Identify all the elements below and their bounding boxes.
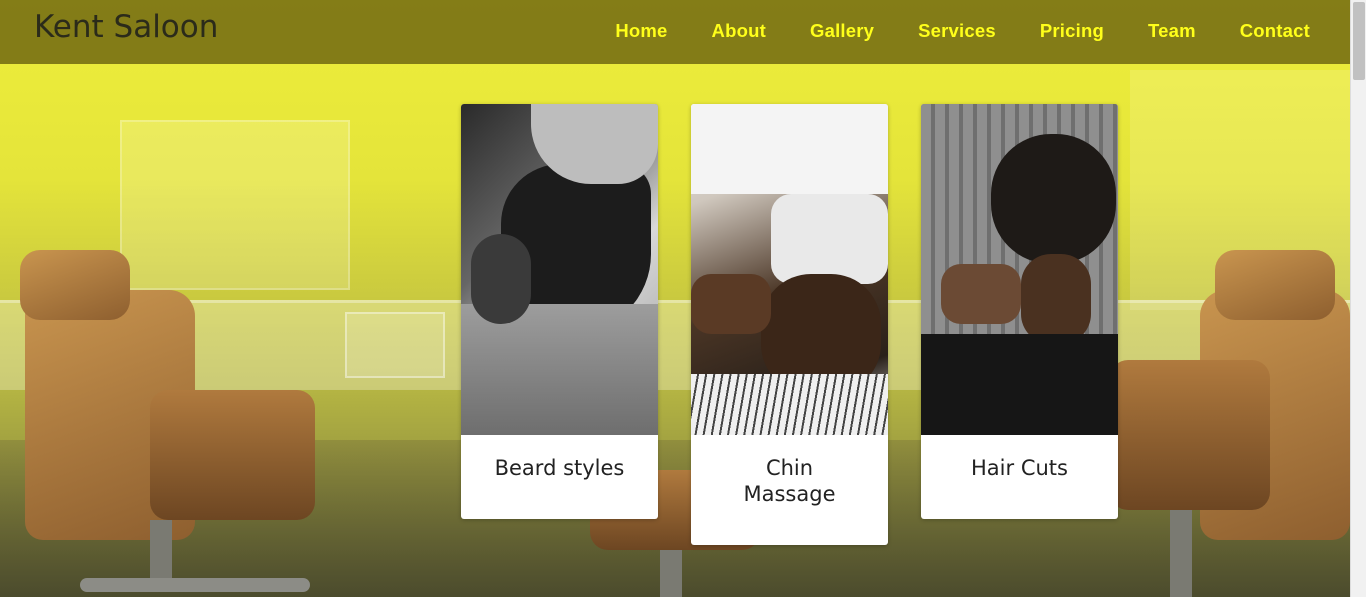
beard-styling-photo (461, 104, 658, 435)
hero-background (0, 0, 1350, 597)
nav-link-services[interactable]: Services (918, 20, 996, 42)
service-title: Hair Cuts (971, 456, 1068, 480)
nav-link-contact[interactable]: Contact (1240, 20, 1310, 42)
service-title: Chin Massage (743, 456, 836, 506)
nav-link-home[interactable]: Home (615, 20, 667, 42)
service-card-chin-massage[interactable]: Chin Massage (691, 104, 888, 545)
scrollbar-thumb[interactable] (1353, 2, 1365, 80)
nav-link-pricing[interactable]: Pricing (1040, 20, 1104, 42)
nav-link-about[interactable]: About (712, 20, 766, 42)
service-title: Beard styles (494, 456, 625, 480)
site-header: Kent Saloon Home About Gallery Services … (0, 0, 1350, 64)
service-card-beard-styles[interactable]: Beard styles (461, 104, 658, 519)
service-card-hair-cuts[interactable]: Hair Cuts (921, 104, 1118, 519)
counter-drawer (345, 312, 445, 378)
main-nav: Home About Gallery Services Pricing Team… (571, 20, 1310, 42)
hair-cut-photo (921, 104, 1118, 435)
barber-chair-right (1090, 250, 1350, 597)
chin-massage-photo (691, 104, 888, 435)
barber-chair-left (0, 250, 330, 597)
page-scrollbar[interactable] (1350, 0, 1366, 597)
nav-link-gallery[interactable]: Gallery (810, 20, 874, 42)
brand-logo[interactable]: Kent Saloon (34, 9, 218, 45)
nav-link-team[interactable]: Team (1148, 20, 1196, 42)
